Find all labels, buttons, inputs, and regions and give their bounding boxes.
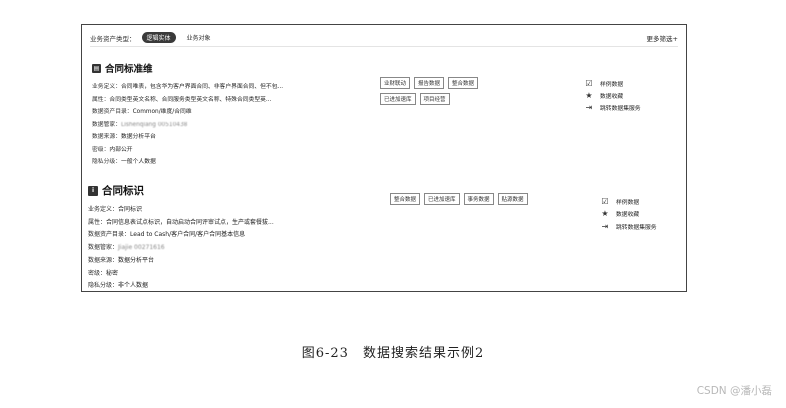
sample-icon: ☑ — [601, 196, 609, 206]
sample-data-link[interactable]: ☑ 样例数据 — [584, 77, 641, 89]
meta-privacy-level: 隐私分级：一般个人数据 — [92, 159, 156, 165]
jump-dataset-service-link[interactable]: ⇥ 跳转数据集服务 — [584, 101, 641, 113]
meta-steward: 数据管家：Jiajie 00271616 — [88, 244, 165, 252]
search-results-panel: 业务资产类型： 逻辑实体 业务对象 更多筛选+ ▤ 合同标准维 业务定义：合同唯… — [81, 24, 687, 292]
meta-attributes: 属性：合同信息表试点标识，自动启动合同评审试点，生产或套餐拔... — [88, 218, 274, 226]
entity-icon: ▤ — [92, 63, 101, 73]
result-actions: ☑ 样例数据 ★ 数据收藏 ⇥ 跳转数据集服务 — [600, 195, 657, 233]
result-title[interactable]: i 合同标识 — [88, 183, 676, 198]
more-filters-link[interactable]: 更多筛选+ — [647, 33, 678, 43]
tag[interactable]: 已进加速库 — [380, 93, 416, 105]
tag-list: 整合数据 已进加速库 事务数据 贴源数据 — [390, 193, 530, 205]
meta-attributes: 属性：合同类型英文名称、合同服务类型英文名称、特殊合同类型英... — [92, 96, 272, 103]
tag[interactable]: 业财联动 — [380, 77, 411, 89]
favorite-link[interactable]: ★ 数据收藏 — [600, 208, 657, 221]
jump-icon: ⇥ — [601, 221, 609, 231]
meta-definition: 业务定义：合同标识 — [88, 206, 143, 213]
tag[interactable]: 整合数据 — [448, 77, 479, 89]
result-card: i 合同标识 业务定义：合同标识 属性：合同信息表试点标识，自动启动合同评审试点… — [88, 183, 676, 293]
result-title-text: 合同标准维 — [105, 64, 153, 75]
filter-label: 业务资产类型： — [90, 34, 136, 43]
info-icon: i — [88, 185, 98, 196]
result-card: ▤ 合同标准维 业务定义：合同唯表，包含华为客户界面合同、非客户界面合同、但不包… — [92, 61, 676, 169]
tag[interactable]: 整合数据 — [390, 193, 421, 205]
asset-type-filter-bar: 业务资产类型： 逻辑实体 业务对象 更多筛选+ — [90, 31, 678, 47]
chip-logical-entity[interactable]: 逻辑实体 — [141, 32, 176, 43]
meta-steward: 数据管家：Lishenqiang 00510438 — [92, 121, 188, 128]
sample-data-link[interactable]: ☑ 样例数据 — [600, 195, 657, 208]
jump-dataset-service-link[interactable]: ⇥ 跳转数据集服务 — [600, 220, 657, 233]
tag[interactable]: 已进加速库 — [424, 193, 460, 205]
result-actions: ☑ 样例数据 ★ 数据收藏 ⇥ 跳转数据集服务 — [584, 77, 641, 113]
star-icon: ★ — [585, 90, 593, 100]
meta-catalog: 数据资产目录：Lead to Cash/客户合同/客户合同基本信息 — [88, 231, 246, 239]
watermark: CSDN @潘小磊 — [696, 385, 772, 397]
favorite-link[interactable]: ★ 数据收藏 — [584, 89, 641, 101]
meta-source: 数据来源：数据分析平台 — [88, 256, 155, 264]
meta-definition: 业务定义：合同唯表，包含华为客户界面合同、非客户界面合同、但不包... — [92, 84, 284, 90]
figure-caption: 图6-23 数据搜索结果示例2 — [301, 346, 485, 361]
result-meta: 业务定义：合同标识 属性：合同信息表试点标识，自动启动合同评审试点，生产或套餐拔… — [88, 204, 318, 293]
tag[interactable]: 项目经营 — [419, 93, 450, 105]
result-title-text: 合同标识 — [102, 185, 144, 197]
meta-source: 数据来源：数据分析平台 — [92, 134, 156, 140]
star-icon: ★ — [601, 209, 609, 219]
tag[interactable]: 事务数据 — [463, 193, 494, 205]
tag[interactable]: 贴源数据 — [497, 193, 528, 205]
chip-business-object[interactable]: 业务对象 — [182, 32, 216, 43]
meta-privacy-level: 隐私分级：非个人数据 — [88, 282, 149, 290]
meta-security-level: 密级：秘密 — [88, 269, 119, 277]
meta-security-level: 密级：内部公开 — [92, 146, 133, 153]
tag[interactable]: 报告数据 — [414, 77, 445, 89]
result-title[interactable]: ▤ 合同标准维 — [92, 61, 676, 75]
meta-catalog: 数据资产目录：Common/维度/合同维 — [92, 109, 192, 115]
tag-list: 业财联动 报告数据 整合数据 已进加速库 项目经营 — [380, 77, 510, 105]
sample-icon: ☑ — [585, 78, 593, 88]
jump-icon: ⇥ — [585, 102, 593, 112]
result-meta: 业务定义：合同唯表，包含华为客户界面合同、非客户界面合同、但不包... 属性：合… — [92, 81, 322, 169]
